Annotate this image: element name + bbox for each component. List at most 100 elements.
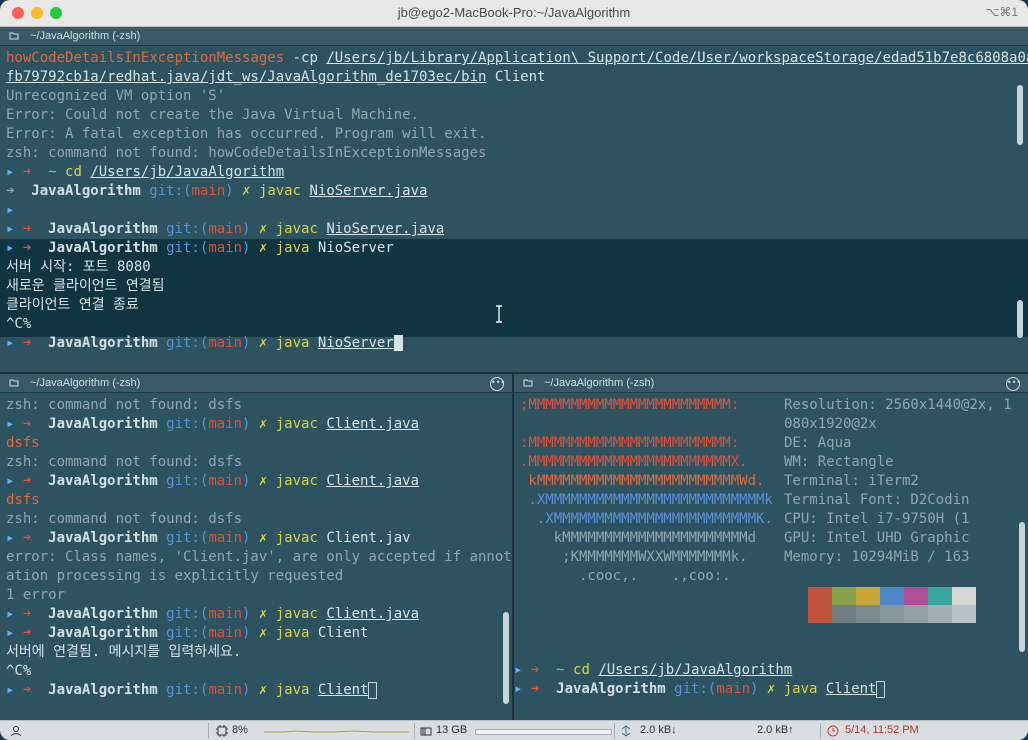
terminal-text: Terminal: iTerm2	[784, 473, 919, 489]
terminal-pane-top[interactable]: ~/JavaAlgorithm (-zsh) howCodeDetailsInE…	[0, 27, 1028, 372]
terminal-text: ➜	[22, 530, 40, 546]
terminal-text: git:(	[166, 221, 209, 237]
pane-tab-title: ~/JavaAlgorithm (-zsh)	[544, 377, 655, 389]
more-options-icon[interactable]: •••	[490, 377, 505, 391]
iterm-window: jb@ego2-MacBook-Pro:~/JavaAlgorithm ⌥⌘1 …	[0, 0, 1028, 740]
terminal-line: 1 error	[6, 586, 498, 605]
color-swatch	[904, 587, 928, 605]
terminal-text: %	[22, 663, 32, 679]
path-text: NioServer.java	[309, 183, 428, 199]
terminal-text: DE: Aqua	[784, 435, 852, 451]
terminal-text: JavaAlgorithm	[39, 240, 167, 256]
terminal-text: howCodeDetailsInExceptionMessages	[6, 50, 285, 66]
terminal-text: ▸	[6, 606, 23, 622]
network-download: 2.0 kB↓	[640, 724, 677, 736]
terminal-text: )	[242, 606, 259, 622]
terminal-text: 080x1920@2x	[784, 416, 877, 432]
terminal-line: ▸ ➜ ~ cd /Users/jb/JavaAlgorithm	[6, 163, 1014, 182]
color-swatch	[832, 605, 856, 623]
terminal-text: git:(	[166, 416, 209, 432]
path-text: /Users/jb/JavaAlgorithm	[598, 662, 793, 678]
terminal-text: JavaAlgorithm	[39, 530, 167, 546]
terminal-text: ➜	[22, 473, 40, 489]
terminal-line: 서버에 연결됨. 메시지를 입력하세요.	[6, 643, 498, 662]
terminal-line: ▸ ➜ JavaAlgorithm git:(main) ✗ java Clie…	[6, 681, 498, 700]
terminal-text: CPU: Intel i7-9750H (1	[784, 511, 970, 527]
terminal-text: zsh: command not found: dsfs	[6, 511, 243, 527]
terminal-text: ✗	[258, 530, 276, 546]
terminal-text: ▸	[6, 416, 23, 432]
terminal-line: ▸ ➜ JavaAlgorithm git:(main) ✗ java NioS…	[6, 239, 1014, 258]
color-swatch	[784, 587, 808, 605]
terminal-text: java	[275, 625, 318, 641]
terminal-text: ▸	[6, 625, 23, 641]
terminal-line: fb79792cb1a/redhat.java/jdt_ws/JavaAlgor…	[6, 68, 1014, 87]
terminal-text: ➜	[22, 240, 40, 256]
terminal-text: ▸	[6, 240, 23, 256]
scrollbar-bottom-left[interactable]	[503, 612, 509, 704]
terminal-text: JavaAlgorithm	[39, 606, 167, 622]
cpu-icon	[216, 725, 228, 737]
terminal-text: ✗	[258, 416, 276, 432]
terminal-line: ▸	[6, 201, 1014, 220]
terminal-text: JavaAlgorithm	[547, 681, 675, 697]
terminal-output-top[interactable]: howCodeDetailsInExceptionMessages -cp /U…	[6, 49, 1028, 353]
path-text: Client	[317, 682, 369, 698]
path-text: /Users/jb/JavaAlgorithm	[90, 164, 285, 180]
folder-icon	[523, 379, 533, 387]
window-shortcut: ⌥⌘1	[985, 5, 1018, 19]
terminal-line: ▸ ➜ JavaAlgorithm git:(main) ✗ javac Cli…	[6, 472, 498, 491]
terminal-text: Error: A fatal exception has occurred. P…	[6, 126, 487, 142]
terminal-output-bottom-left[interactable]: zsh: command not found: dsfs ▸ ➜ JavaAlgo…	[6, 396, 512, 700]
terminal-text: git:(	[166, 606, 209, 622]
terminal-text: -cp	[284, 50, 327, 66]
terminal-text: zsh: command not found: dsfs	[6, 454, 243, 470]
terminal-line: zsh: command not found: dsfs	[6, 396, 498, 415]
terminal-prompt-bottom-right[interactable]: ▸ ➜ ~ cd /Users/jb/JavaAlgorithm ▸ ➜ Java…	[514, 661, 1014, 699]
text-cursor-icon	[496, 305, 502, 323]
color-swatch	[832, 587, 856, 605]
terminal-line: zsh: command not found: dsfs	[6, 510, 498, 529]
terminal-text: 새로운 클라이언트 연결됨	[6, 278, 165, 294]
terminal-text: ~	[39, 164, 66, 180]
terminal-text: main	[208, 682, 243, 698]
pane-tab-top[interactable]: ~/JavaAlgorithm (-zsh)	[0, 27, 1028, 46]
terminal-text: %	[22, 316, 32, 332]
terminal-text: ▸	[6, 335, 23, 351]
terminal-pane-bottom-left[interactable]: ~/JavaAlgorithm (-zsh) ••• zsh: command …	[0, 374, 512, 720]
terminal-text: )	[242, 335, 259, 351]
terminal-text: git:(	[166, 625, 209, 641]
pane-tab-bottom-right[interactable]: ~/JavaAlgorithm (-zsh) •••	[514, 374, 1028, 393]
terminal-text: ▸	[6, 202, 15, 218]
terminal-text: ▸	[514, 681, 531, 697]
pane-tab-bottom-left[interactable]: ~/JavaAlgorithm (-zsh) •••	[0, 374, 512, 393]
terminal-text: JavaAlgorithm	[39, 416, 167, 432]
more-options-icon[interactable]: •••	[1006, 377, 1021, 391]
terminal-text: 서버 시작: 포트 8080	[6, 259, 151, 275]
terminal-text: main	[208, 416, 243, 432]
terminal-line: ▸ ➜ ~ cd /Users/jb/JavaAlgorithm	[514, 661, 1014, 680]
scrollbar-top-lower[interactable]	[1017, 300, 1023, 338]
terminal-text: ✗	[258, 606, 276, 622]
scrollbar-top[interactable]	[1017, 85, 1023, 145]
terminal-text: ➜	[22, 416, 40, 432]
terminal-line: dsfs	[6, 491, 498, 510]
terminal-text: JavaAlgorithm	[39, 473, 167, 489]
cpu-usage: 8%	[232, 724, 248, 736]
terminal-text: Client	[317, 625, 369, 641]
terminal-pane-bottom-right[interactable]: ~/JavaAlgorithm (-zsh) ••• ;MMMMMMMMMMMM…	[514, 374, 1028, 720]
terminal-text: ^C	[6, 663, 23, 679]
terminal-line: WM: Rectangle	[784, 453, 1014, 472]
terminal-line: ▸ ➜ JavaAlgorithm git:(main) ✗ java NioS…	[6, 334, 1014, 353]
terminal-text: zsh: command not found: dsfs	[6, 397, 243, 413]
terminal-text: main	[208, 240, 243, 256]
terminal-text: main	[208, 625, 243, 641]
terminal-text: kMMMMMMMMMMMMMMMMMMMMMMMMWd.	[520, 473, 765, 489]
terminal-line: Memory: 10294MiB / 163	[784, 548, 1014, 567]
text-cursor	[393, 335, 403, 351]
terminal-line: ation processing is explicitly requested	[6, 567, 498, 586]
terminal-text: Unrecognized VM option 'S'	[6, 88, 226, 104]
terminal-text: main	[191, 183, 226, 199]
terminal-text: )	[242, 530, 259, 546]
scrollbar-bottom-right[interactable]	[1019, 522, 1025, 652]
